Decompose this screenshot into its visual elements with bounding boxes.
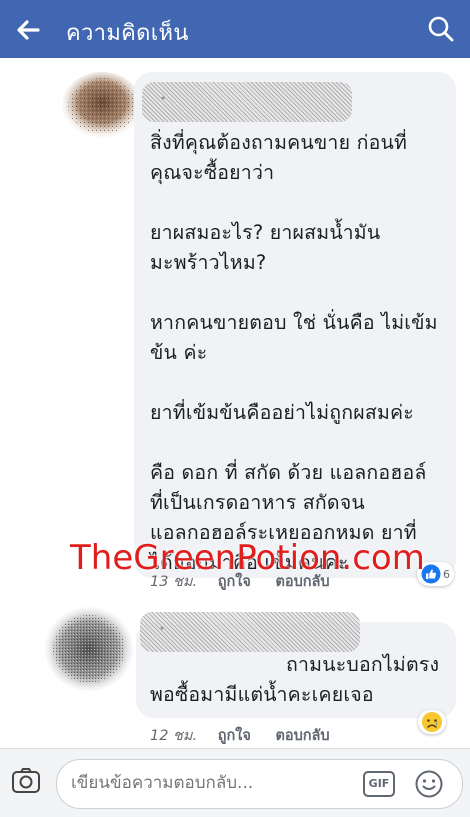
header-bar: ความคิดเห็น	[0, 0, 470, 58]
search-icon[interactable]	[426, 14, 456, 44]
reaction-count: 6	[443, 567, 450, 581]
comment-meta: 12 ชม. ถูกใจ ตอบกลับ	[150, 724, 350, 747]
gif-button[interactable]: GIF	[363, 771, 395, 797]
watermark: TheGreenPotion.com	[70, 538, 425, 578]
commenter-name[interactable]	[140, 612, 360, 652]
avatar[interactable]	[60, 70, 144, 142]
reply-button[interactable]: ตอบกลับ	[275, 728, 329, 744]
comments-list: สิ่งที่คุณต้องถามคนขาย ก่อนที่ คุณจะซื้อ…	[0, 58, 470, 748]
avatar[interactable]	[44, 606, 134, 692]
sad-face-icon	[422, 712, 442, 732]
arrow-left-icon[interactable]	[12, 14, 44, 46]
camera-icon[interactable]	[10, 765, 42, 797]
smiley-icon[interactable]	[414, 769, 444, 799]
commenter-name[interactable]	[142, 82, 352, 122]
reply-input-box[interactable]: GIF	[56, 759, 463, 809]
comment-text: ถามนะบอกไม่ตรง พอซื้อมามีแต่น้ำคะเคยเจอ	[150, 653, 440, 706]
comment-time: 12 ชม.	[150, 728, 198, 744]
like-button[interactable]: ถูกใจ	[218, 728, 251, 744]
comment-text: สิ่งที่คุณต้องถามคนขาย ก่อนที่ คุณจะซื้อ…	[150, 131, 438, 574]
page-title: ความคิดเห็น	[66, 21, 189, 46]
reply-composer-bar: GIF	[0, 748, 470, 817]
reaction-badge[interactable]	[418, 710, 446, 734]
reply-input[interactable]	[71, 773, 341, 793]
